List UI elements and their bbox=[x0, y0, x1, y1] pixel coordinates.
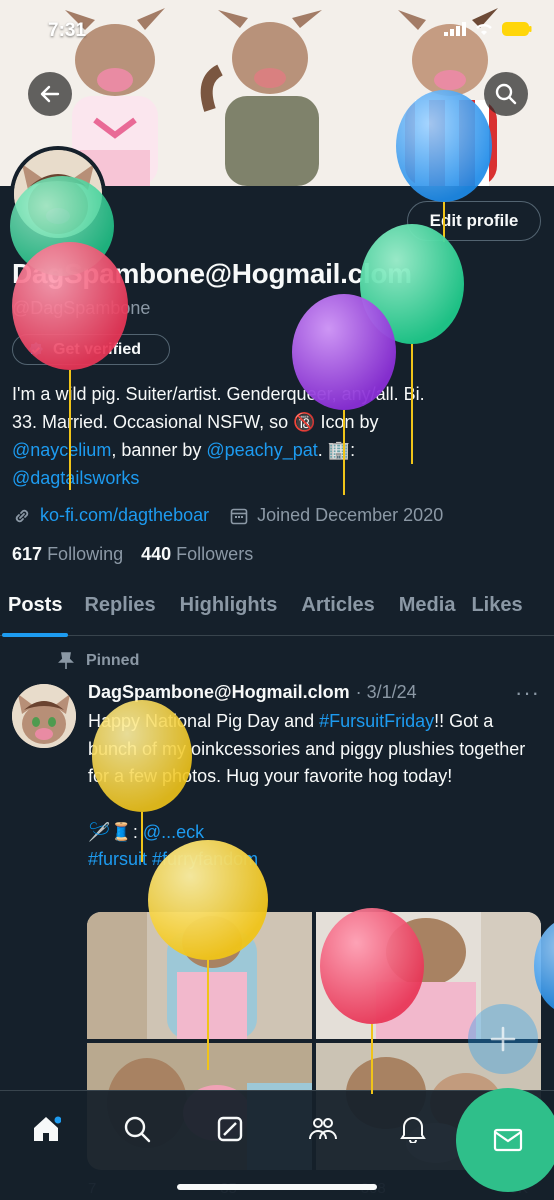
tab-highlights[interactable]: Highlights bbox=[172, 584, 286, 636]
home-icon bbox=[34, 1116, 61, 1141]
photo-image bbox=[87, 912, 312, 1039]
battery-icon bbox=[502, 22, 532, 36]
profile-tabs: Posts Replies Highlights Articles Media … bbox=[0, 584, 554, 637]
bio-line: . 🏢: bbox=[317, 440, 356, 460]
followers-link[interactable]: 440 Followers bbox=[141, 544, 253, 565]
bio-mention-link[interactable]: @dagtailsworks bbox=[12, 468, 139, 488]
nsfw-emoji: 🔞 bbox=[293, 412, 316, 432]
nav-communities[interactable] bbox=[303, 1109, 343, 1149]
profile-avatar[interactable] bbox=[10, 146, 106, 242]
bell-icon bbox=[400, 1117, 426, 1143]
bio-mention-link[interactable]: @naycelium bbox=[12, 440, 111, 460]
post-text-segment: 🪡🧵: bbox=[88, 821, 143, 842]
edit-profile-button[interactable]: Edit profile bbox=[407, 201, 541, 241]
followers-count: 440 bbox=[141, 544, 172, 564]
media-photo[interactable] bbox=[87, 912, 312, 1039]
search-icon bbox=[124, 1116, 151, 1143]
post-text: Happy National Pig Day and #FursuitFrida… bbox=[88, 708, 536, 874]
post-avatar-image bbox=[12, 684, 76, 748]
compose-button[interactable] bbox=[468, 1004, 538, 1074]
pinned-label: Pinned bbox=[86, 652, 140, 669]
bio-line: 33. Married. Occasional NSFW, so bbox=[12, 412, 294, 432]
post-text-segment: Happy National Pig Day and bbox=[88, 711, 320, 731]
wifi-icon bbox=[476, 23, 492, 35]
communities-icon bbox=[309, 1118, 337, 1140]
back-button[interactable] bbox=[28, 72, 72, 116]
profile-bio: I'm a wild pig. Suiter/artist. Genderque… bbox=[12, 380, 542, 492]
avatar-image bbox=[14, 150, 102, 238]
post-date[interactable]: · 3/1/24 bbox=[356, 682, 417, 703]
pin-icon bbox=[58, 652, 74, 669]
bio-mention-link[interactable]: @peachy_pat bbox=[206, 440, 317, 460]
search-button[interactable] bbox=[484, 72, 528, 116]
link-icon bbox=[15, 509, 29, 522]
profile-meta: ko-fi.com/dagtheboar Joined December 202… bbox=[12, 505, 443, 526]
following-label: Following bbox=[47, 544, 124, 564]
hashtag-link[interactable]: #furryfandom bbox=[152, 849, 258, 869]
grok-icon bbox=[217, 1116, 243, 1142]
display-name: DagSpambone@Hogmail.clom bbox=[12, 258, 412, 289]
get-verified-button[interactable]: Get verified bbox=[12, 334, 170, 365]
nav-search[interactable] bbox=[117, 1109, 157, 1149]
plus-icon bbox=[490, 1026, 516, 1052]
home-indicator bbox=[177, 1184, 377, 1190]
bio-line: , banner by bbox=[111, 440, 207, 460]
bio-line: I'm a wild pig. Suiter/artist. Genderque… bbox=[12, 384, 425, 404]
post-header: DagSpambone@Hogmail.clom · 3/1/24 bbox=[88, 682, 417, 703]
tab-articles[interactable]: Articles bbox=[293, 584, 382, 636]
joined-date: Joined December 2020 bbox=[257, 505, 444, 525]
nav-home[interactable] bbox=[26, 1109, 66, 1149]
followers-label: Followers bbox=[176, 544, 254, 564]
status-time: 7:31 bbox=[48, 20, 87, 41]
post-more-icon[interactable]: ··· bbox=[515, 680, 540, 706]
nav-grok[interactable] bbox=[210, 1109, 250, 1149]
verified-badge-icon bbox=[29, 341, 43, 356]
calendar-icon bbox=[230, 508, 248, 524]
get-verified-label: Get verified bbox=[53, 340, 142, 358]
tab-likes[interactable]: Likes bbox=[463, 584, 530, 636]
following-count: 617 bbox=[12, 544, 43, 564]
search-icon bbox=[495, 83, 517, 105]
hashtag-link[interactable]: #fursuit bbox=[88, 849, 147, 869]
tab-posts[interactable]: Posts bbox=[0, 584, 70, 637]
pinned-label-row: Pinned bbox=[58, 652, 139, 670]
back-arrow-icon bbox=[40, 85, 60, 103]
messages-button[interactable] bbox=[456, 1088, 554, 1192]
post-author-name[interactable]: DagSpambone@Hogmail.clom bbox=[88, 682, 350, 703]
status-bar: 7:31 bbox=[0, 0, 554, 60]
handle: @DagSpambone bbox=[12, 298, 151, 318]
mail-icon bbox=[493, 1128, 523, 1152]
website-link[interactable]: ko-fi.com/dagtheboar bbox=[40, 505, 209, 526]
nav-notifications[interactable] bbox=[393, 1109, 433, 1149]
mention-link[interactable]: @...eck bbox=[143, 822, 204, 842]
following-link[interactable]: 617 Following bbox=[12, 544, 123, 565]
post-avatar[interactable] bbox=[12, 684, 76, 748]
follow-stats: 617 Following 440 Followers bbox=[12, 544, 253, 565]
hashtag-link[interactable]: #FursuitFriday bbox=[319, 711, 434, 731]
signal-icon bbox=[444, 22, 466, 36]
tab-media[interactable]: Media bbox=[391, 584, 464, 636]
bio-line: Icon by bbox=[315, 412, 379, 432]
tab-replies[interactable]: Replies bbox=[76, 584, 163, 636]
